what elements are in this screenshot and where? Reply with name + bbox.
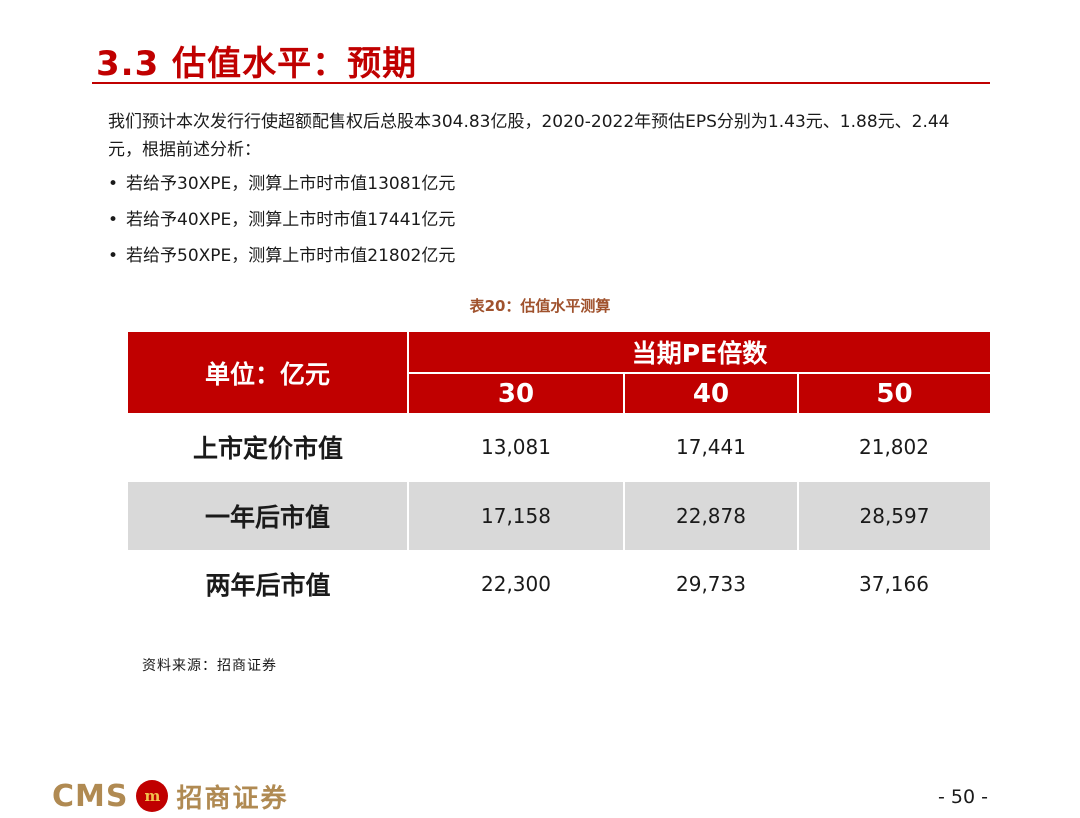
list-item: • 若给予30XPE，测算上市时市值13081亿元 (108, 170, 455, 206)
list-item: • 若给予40XPE，测算上市时市值17441亿元 (108, 206, 455, 242)
table-cell: 13,081 (481, 435, 551, 459)
table-cell: 22,300 (481, 572, 551, 596)
list-item: • 若给予50XPE，测算上市时市值21802亿元 (108, 242, 455, 278)
page-title: 3.3 估值水平：预期 (96, 44, 418, 84)
table-cell: 17,158 (408, 481, 625, 550)
logo-badge-icon: m (136, 780, 169, 812)
title-divider (92, 82, 990, 84)
pe-header-50: 50 (798, 373, 990, 413)
pe-group-header: 当期PE倍数 (408, 332, 990, 374)
bullet-marker: • (108, 246, 119, 266)
unit-header: 单位：亿元 (128, 332, 409, 413)
table-cell: 22,878 (624, 481, 799, 550)
pe-header-40: 40 (624, 373, 799, 413)
bullet-marker: • (108, 210, 119, 230)
valuation-table: 单位：亿元 当期PE倍数 30 40 50 上市定价市值 13,081 17,4… (128, 332, 990, 618)
table-row: 一年后市值 17,158 22,878 28,597 (128, 481, 990, 550)
logo-cms-text: CMS (52, 778, 129, 814)
company-logo: CMS m 招商证券 (52, 774, 289, 818)
bullet-text: 若给予40XPE，测算上市时市值17441亿元 (126, 210, 456, 230)
table-caption: 表20：估值水平测算 (469, 297, 611, 315)
source-note: 资料来源：招商证券 (142, 658, 277, 674)
row-label: 上市定价市值 (192, 434, 343, 463)
bullet-list: • 若给予30XPE，测算上市时市值13081亿元 • 若给予40XPE，测算上市时… (108, 170, 455, 278)
bullet-text: 若给予30XPE，测算上市时市值13081亿元 (126, 174, 456, 194)
row-label: 一年后市值 (128, 481, 409, 550)
row-label: 两年后市值 (205, 571, 331, 600)
page-number: - 50 - (938, 786, 988, 808)
table-row: 上市定价市值 13,081 17,441 21,802 (128, 413, 990, 482)
logo-company-name: 招商证券 (176, 783, 289, 814)
table-cell: 17,441 (676, 435, 746, 459)
bullet-marker: • (108, 174, 119, 194)
table-cell: 29,733 (676, 572, 746, 596)
table-cell: 21,802 (859, 435, 929, 459)
table-row: 两年后市值 22,300 29,733 37,166 (128, 550, 990, 618)
intro-paragraph: 我们预计本次发行行使超额配售权后总股本304.83亿股，2020-2022年预估… (108, 112, 950, 160)
pe-header-30: 30 (408, 373, 625, 413)
table-cell: 37,166 (859, 572, 929, 596)
table-cell: 28,597 (798, 481, 990, 550)
bullet-text: 若给予50XPE，测算上市时市值21802亿元 (126, 246, 456, 266)
